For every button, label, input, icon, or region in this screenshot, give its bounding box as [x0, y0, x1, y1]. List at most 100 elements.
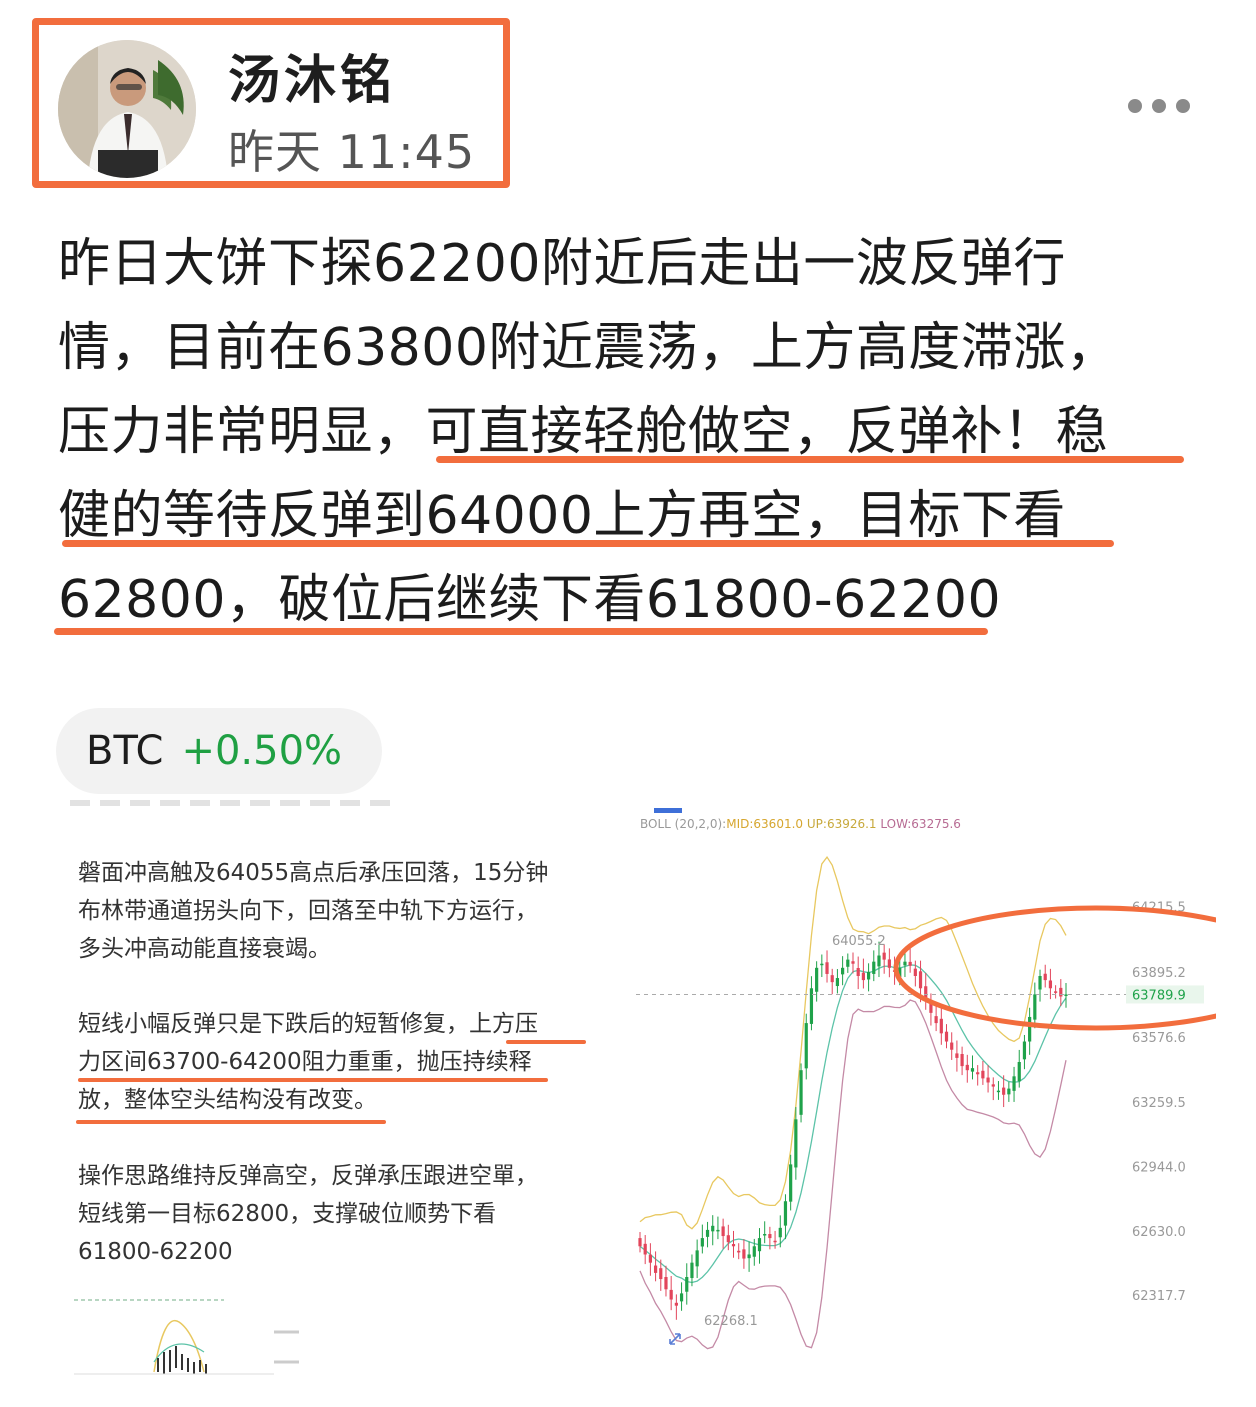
- analysis-paragraph-2: 短线小幅反弹只是下跌后的短暂修复，上方压 力区间63700-64200阻力重重，…: [78, 1005, 608, 1119]
- candle-body: [1054, 991, 1058, 993]
- candle-body: [872, 961, 876, 974]
- post-line: 压力非常明显，可直接轻舱做空，反弹补！稳: [58, 402, 1109, 462]
- candle-body: [815, 967, 819, 992]
- candle-body: [970, 1068, 975, 1072]
- candle-body: [757, 1238, 762, 1252]
- candle-body: [804, 1023, 808, 1069]
- candle-body: [1028, 1016, 1032, 1042]
- analysis-line: 磐面冲高触及64055高点后承压回落，15分钟: [78, 860, 549, 886]
- candle-body: [695, 1250, 699, 1267]
- post-line: 62800，破位后继续下看61800-62200: [58, 570, 1002, 630]
- ticker-symbol: BTC: [86, 728, 164, 774]
- candle-body: [653, 1265, 658, 1273]
- high-price-label: 64055.2: [832, 934, 886, 949]
- candle-body: [1048, 980, 1053, 989]
- bollinger-mid-band: [639, 964, 1067, 1284]
- analysis-paragraph-3: 操作思路维持反弹高空，反弹承压跟进空單， 短线第一目标62800，支撑破位顺势下…: [78, 1157, 608, 1271]
- author-name[interactable]: 汤沐铭: [228, 38, 396, 113]
- candle-body: [674, 1302, 678, 1306]
- candle-body: [752, 1246, 756, 1257]
- candle-body: [679, 1293, 684, 1302]
- low-price-label: 62268.1: [704, 1314, 758, 1329]
- candle-body: [861, 972, 865, 981]
- candle-body: [976, 1072, 980, 1075]
- candle-body: [846, 959, 850, 967]
- candle-body: [690, 1262, 694, 1279]
- chart-tab-indicator: [654, 808, 682, 813]
- candle-body: [955, 1053, 959, 1058]
- candle-body: [866, 971, 871, 980]
- candle-body: [809, 988, 814, 1024]
- candle-body: [960, 1054, 964, 1067]
- price-axis-label: 62630.0: [1132, 1225, 1186, 1240]
- candle-body: [856, 968, 860, 976]
- candle-body: [773, 1240, 777, 1243]
- analysis-line: 短线第一目标62800，支撑破位顺势下看: [78, 1201, 497, 1227]
- highlight-underline: [436, 456, 1184, 463]
- candle-body: [799, 1070, 803, 1115]
- candle-body: [965, 1064, 969, 1071]
- candle-body: [820, 963, 824, 966]
- candle-body: [841, 967, 845, 975]
- post-body: 昨日大饼下探62200附近后走出一波反弹行 情，目前在63800附近震荡，上方高…: [58, 222, 1218, 642]
- post-line: 情，目前在63800附近震荡，上方高度滞涨，: [58, 318, 1119, 378]
- expand-icon: [669, 1333, 681, 1345]
- analysis-line: 布林带通道拐头向下，回落至中轨下方运行，: [78, 898, 538, 924]
- candle-body: [1059, 987, 1063, 997]
- analysis-line: 放，整体空头结构没有改变。: [78, 1087, 377, 1113]
- candle-body: [705, 1229, 710, 1237]
- candle-body: [1007, 1088, 1011, 1095]
- candle-body: [1012, 1076, 1016, 1091]
- highlight-underline: [506, 1040, 586, 1044]
- candle-body: [851, 961, 855, 964]
- candle-body: [996, 1090, 1001, 1093]
- candle-body: [991, 1084, 995, 1087]
- analysis-line: 多头冲高动能直接衰竭。: [78, 936, 331, 962]
- mini-chart-thumbnail: [74, 1299, 299, 1375]
- candle-body: [664, 1277, 668, 1290]
- candle-body: [783, 1201, 788, 1226]
- candle-body: [685, 1277, 689, 1292]
- price-axis-label: 63895.2: [1132, 966, 1186, 981]
- candle-body: [731, 1244, 736, 1247]
- candle-body: [716, 1229, 720, 1232]
- boll-indicator-label: BOLL (20,2,0):MID:63601.0 UP:63926.1 LOW…: [640, 817, 961, 831]
- analysis-line: 61800-62200: [78, 1239, 233, 1265]
- candle-body: [986, 1077, 990, 1083]
- price-axis-label: 63576.6: [1132, 1031, 1186, 1046]
- candle-body: [913, 968, 917, 976]
- candle-body: [659, 1268, 663, 1280]
- candle-body: [763, 1234, 767, 1236]
- candle-body: [1038, 976, 1042, 990]
- candle-body: [737, 1250, 741, 1253]
- candle-body: [825, 962, 829, 974]
- candle-body: [939, 1018, 943, 1034]
- current-price-label: 63789.9: [1132, 988, 1186, 1003]
- candle-body: [830, 975, 834, 983]
- candle-body: [1002, 1087, 1006, 1095]
- candle-body: [711, 1225, 715, 1232]
- analysis-line: 操作思路维持反弹高空，反弹承压跟进空單，: [78, 1163, 538, 1189]
- candle-body: [638, 1238, 642, 1247]
- avatar-photo: [58, 40, 196, 178]
- candle-body: [1033, 994, 1037, 1020]
- candle-body: [1017, 1062, 1021, 1082]
- analysis-paragraph-1: 磐面冲高触及64055高点后承压回落，15分钟 布林带通道拐头向下，回落至中轨下…: [78, 854, 608, 968]
- avatar[interactable]: [58, 40, 196, 178]
- candle-body: [669, 1289, 673, 1300]
- price-axis-label: 62944.0: [1132, 1161, 1186, 1176]
- candle-body: [882, 952, 886, 960]
- candle-body: [742, 1249, 746, 1259]
- more-horizontal-icon[interactable]: [1128, 94, 1200, 118]
- candle-body: [726, 1235, 730, 1243]
- candle-body: [1043, 973, 1047, 981]
- candle-body: [643, 1243, 647, 1255]
- ticker-chip[interactable]: BTC +0.50%: [56, 708, 382, 794]
- candle-body: [700, 1238, 704, 1247]
- candle-body: [835, 978, 840, 987]
- ticker-change: +0.50%: [181, 728, 343, 774]
- cropped-text-fragment: [70, 800, 390, 806]
- candle-body: [721, 1226, 725, 1237]
- highlight-underline: [78, 1078, 548, 1082]
- candle-body: [789, 1164, 793, 1202]
